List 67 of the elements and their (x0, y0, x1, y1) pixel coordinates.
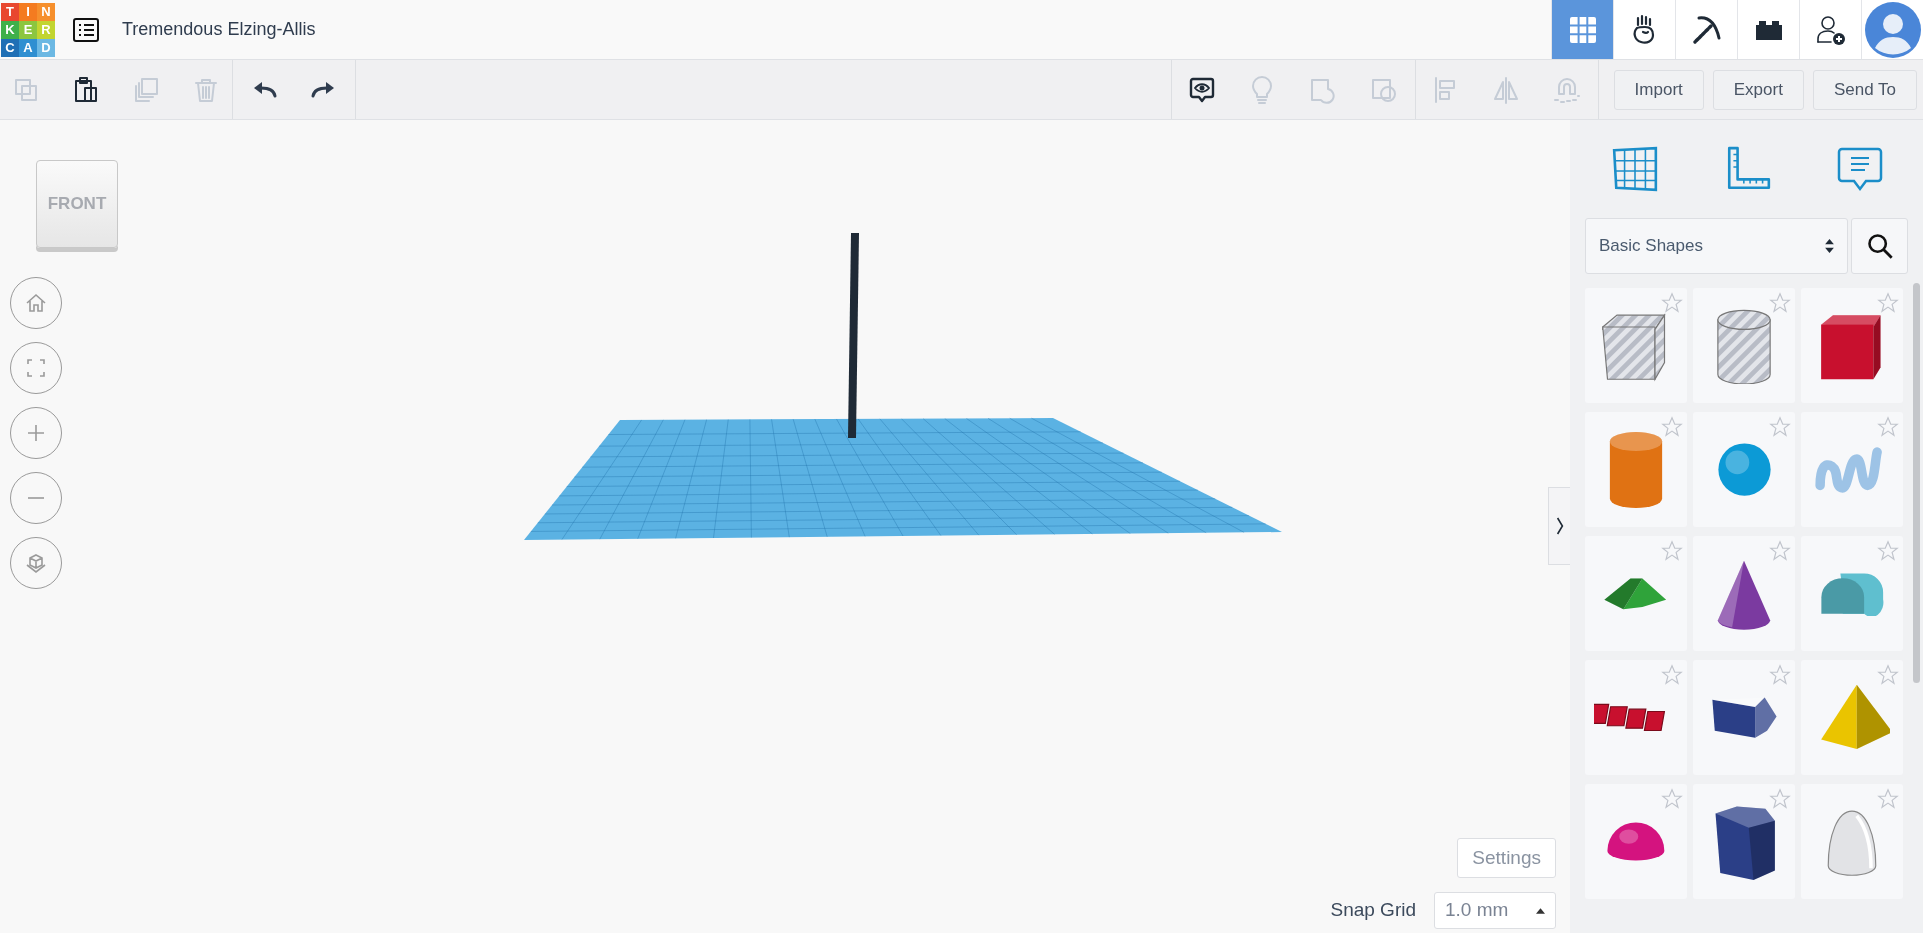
pickaxe-icon (1690, 13, 1723, 46)
list-icon[interactable] (72, 15, 100, 44)
cube-icon (24, 551, 48, 575)
avatar-icon[interactable] (1864, 1, 1921, 58)
shape-card[interactable] (1801, 288, 1903, 403)
zoom-in-button[interactable] (10, 407, 62, 459)
prism-icon (1709, 694, 1779, 741)
home-button[interactable] (10, 277, 62, 329)
home-icon (24, 291, 48, 315)
clipboard-icon (72, 75, 100, 104)
nav-tab[interactable] (1675, 0, 1737, 59)
shape-card[interactable] (1693, 660, 1795, 775)
logo-letter: I (19, 2, 37, 21)
nav-tab[interactable] (1737, 0, 1799, 59)
star-icon[interactable] (1877, 788, 1899, 810)
minus-icon (27, 496, 45, 500)
star-icon[interactable] (1661, 664, 1683, 686)
category-select[interactable]: Basic Shapes (1585, 218, 1848, 274)
star-icon[interactable] (1769, 540, 1791, 562)
caret-icon (1536, 907, 1545, 914)
collapse-panel-button[interactable] (1548, 487, 1570, 565)
star-icon[interactable] (1877, 292, 1899, 314)
snap-grid-label: Snap Grid (1330, 898, 1416, 923)
shape-card[interactable] (1693, 536, 1795, 651)
star-icon[interactable] (1661, 788, 1683, 810)
action-button[interactable]: Send To (1812, 69, 1917, 110)
logo-letter: T (1, 2, 19, 21)
up-down-caret-icon (1825, 239, 1834, 253)
duplicate-icon (132, 75, 160, 104)
logo[interactable]: T I N K E R C A D (1, 2, 55, 57)
cylinder-object[interactable] (848, 233, 859, 438)
action-button[interactable]: Import (1613, 69, 1704, 110)
action-button[interactable]: Export (1712, 69, 1804, 110)
shape-card[interactable] (1585, 536, 1687, 651)
star-icon[interactable] (1661, 540, 1683, 562)
scrollbar[interactable] (1913, 283, 1920, 683)
star-icon[interactable] (1877, 540, 1899, 562)
star-icon[interactable] (1769, 416, 1791, 438)
chevron-right-icon (1555, 516, 1564, 536)
shape-card[interactable] (1585, 660, 1687, 775)
half-cylinder-icon (1818, 570, 1886, 617)
snap-grid-select[interactable]: 1.0 mm (1434, 892, 1556, 929)
star-icon[interactable] (1877, 664, 1899, 686)
star-icon[interactable] (1769, 664, 1791, 686)
star-icon[interactable] (1877, 416, 1899, 438)
add-user-icon (1814, 13, 1847, 46)
search-button[interactable] (1851, 218, 1908, 274)
design-title[interactable]: Tremendous Elzing-Allis (122, 16, 316, 43)
star-icon[interactable] (1661, 292, 1683, 314)
nav-tab[interactable] (1613, 0, 1675, 59)
toolbar-button[interactable] (72, 75, 100, 104)
perspective-button[interactable] (10, 537, 62, 589)
fit-frame-icon (24, 356, 48, 380)
star-icon[interactable] (1769, 788, 1791, 810)
cube-face-label: FRONT (47, 193, 107, 216)
search-icon (1865, 232, 1894, 260)
sphere-icon (1715, 441, 1773, 498)
shape-card[interactable] (1693, 784, 1795, 899)
star-icon[interactable] (1661, 416, 1683, 438)
mirror-icon (1492, 75, 1521, 104)
eye-bubble-icon (1187, 75, 1216, 104)
nav-tab[interactable] (1799, 0, 1861, 59)
magnet-icon (1553, 75, 1582, 104)
logo-letter: N (37, 2, 55, 21)
zoom-out-button[interactable] (10, 472, 62, 524)
fit-view-button[interactable] (10, 342, 62, 394)
star-icon[interactable] (1769, 292, 1791, 314)
